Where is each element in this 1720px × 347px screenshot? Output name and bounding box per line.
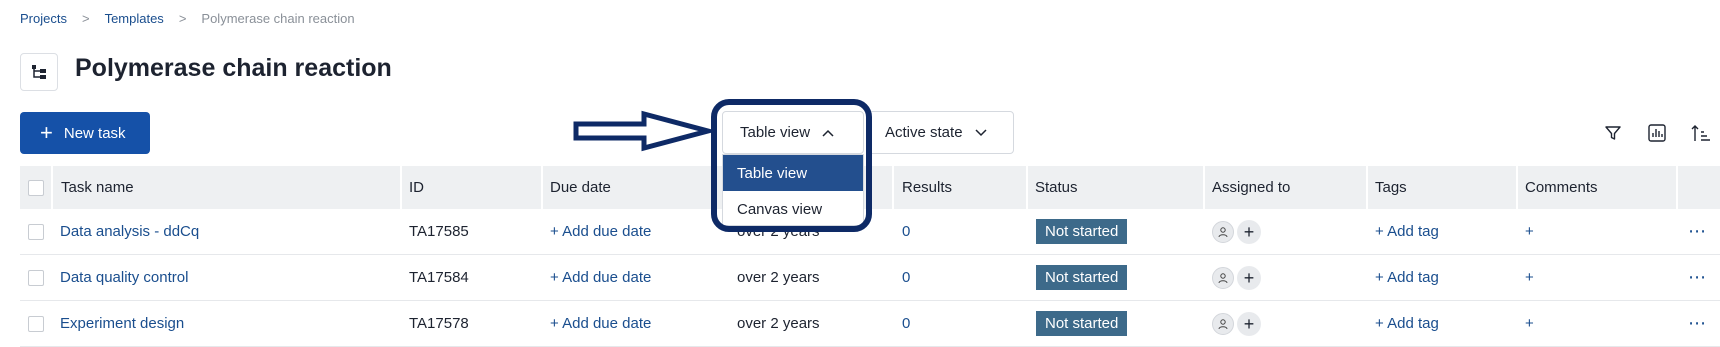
status-badge[interactable]: Not started xyxy=(1036,255,1128,300)
user-avatar-icon xyxy=(1212,220,1234,243)
column-header-due-date[interactable]: Due date xyxy=(550,166,611,209)
add-assignee-icon[interactable]: + xyxy=(1237,219,1261,244)
hierarchy-icon[interactable] xyxy=(20,53,58,91)
more-options-icon[interactable]: ⋯ xyxy=(1688,209,1707,254)
results-count[interactable]: 0 xyxy=(902,301,910,346)
column-header-tags[interactable]: Tags xyxy=(1375,166,1407,209)
add-assignee-icon[interactable]: + xyxy=(1237,265,1261,290)
add-due-date-link[interactable]: + Add due date xyxy=(550,301,651,346)
column-header-status[interactable]: Status xyxy=(1035,166,1078,209)
task-id: TA17585 xyxy=(409,223,469,240)
task-id: TA17584 xyxy=(409,269,469,286)
chevron-down-icon xyxy=(975,128,987,136)
add-tag-link[interactable]: + Add tag xyxy=(1375,209,1439,254)
add-due-date-link[interactable]: + Add due date xyxy=(550,209,651,254)
plus-icon: + xyxy=(40,120,53,145)
column-header-comments[interactable]: Comments xyxy=(1525,166,1598,209)
table-row[interactable]: Data quality control TA17584 + Add due d… xyxy=(20,255,1720,301)
row-checkbox[interactable] xyxy=(28,301,44,346)
column-header-task-name[interactable]: Task name xyxy=(61,166,134,209)
column-header-id[interactable]: ID xyxy=(409,166,424,209)
more-options-icon[interactable]: ⋯ xyxy=(1688,301,1707,346)
results-count[interactable]: 0 xyxy=(902,209,910,254)
task-name-link[interactable]: Data quality control xyxy=(60,255,188,300)
assignees: + xyxy=(1212,209,1261,254)
column-header-results[interactable]: Results xyxy=(902,166,952,209)
breadcrumb-projects[interactable]: Projects xyxy=(20,11,67,26)
task-age: over 2 years xyxy=(737,269,820,286)
page-title: Polymerase chain reaction xyxy=(75,54,392,82)
filter-icon[interactable] xyxy=(1601,121,1625,145)
add-comment-link[interactable]: + xyxy=(1525,301,1534,346)
add-tag-link[interactable]: + Add tag xyxy=(1375,301,1439,346)
breadcrumb-separator-icon: > xyxy=(178,11,187,26)
row-checkbox[interactable] xyxy=(28,255,44,300)
add-comment-link[interactable]: + xyxy=(1525,255,1534,300)
add-comment-link[interactable]: + xyxy=(1525,209,1534,254)
new-task-label: New task xyxy=(63,124,126,142)
add-assignee-icon[interactable]: + xyxy=(1237,311,1261,336)
user-avatar-icon xyxy=(1212,312,1234,335)
task-name-link[interactable]: Data analysis - ddCq xyxy=(60,209,199,254)
add-due-date-link[interactable]: + Add due date xyxy=(550,255,651,300)
results-count[interactable]: 0 xyxy=(902,255,910,300)
sort-icon[interactable] xyxy=(1689,121,1713,145)
new-task-button[interactable]: + New task xyxy=(20,112,150,154)
row-checkbox[interactable] xyxy=(28,209,44,254)
more-options-icon[interactable]: ⋯ xyxy=(1688,255,1707,300)
assignees: + xyxy=(1212,255,1261,300)
status-badge[interactable]: Not started xyxy=(1036,209,1128,254)
breadcrumb: Projects > Templates > Polymerase chain … xyxy=(20,11,355,26)
user-avatar-icon xyxy=(1212,266,1234,289)
assignees: + xyxy=(1212,301,1261,346)
state-dropdown-value: Active state xyxy=(885,124,963,141)
task-age: over 2 years xyxy=(737,315,820,332)
status-badge[interactable]: Not started xyxy=(1036,301,1128,346)
task-id: TA17578 xyxy=(409,315,469,332)
breadcrumb-templates[interactable]: Templates xyxy=(105,11,164,26)
annotation-arrow-icon xyxy=(573,110,712,152)
breadcrumb-separator-icon: > xyxy=(81,11,90,26)
column-header-assigned-to[interactable]: Assigned to xyxy=(1212,166,1290,209)
annotation-highlight xyxy=(711,99,872,232)
add-tag-link[interactable]: + Add tag xyxy=(1375,255,1439,300)
breadcrumb-current: Polymerase chain reaction xyxy=(201,11,355,26)
select-all-checkbox[interactable] xyxy=(28,166,44,209)
state-dropdown[interactable]: Active state xyxy=(868,111,1014,154)
task-name-link[interactable]: Experiment design xyxy=(60,301,184,346)
table-row[interactable]: Experiment design TA17578 + Add due date… xyxy=(20,301,1720,347)
report-chart-icon[interactable] xyxy=(1645,121,1669,145)
